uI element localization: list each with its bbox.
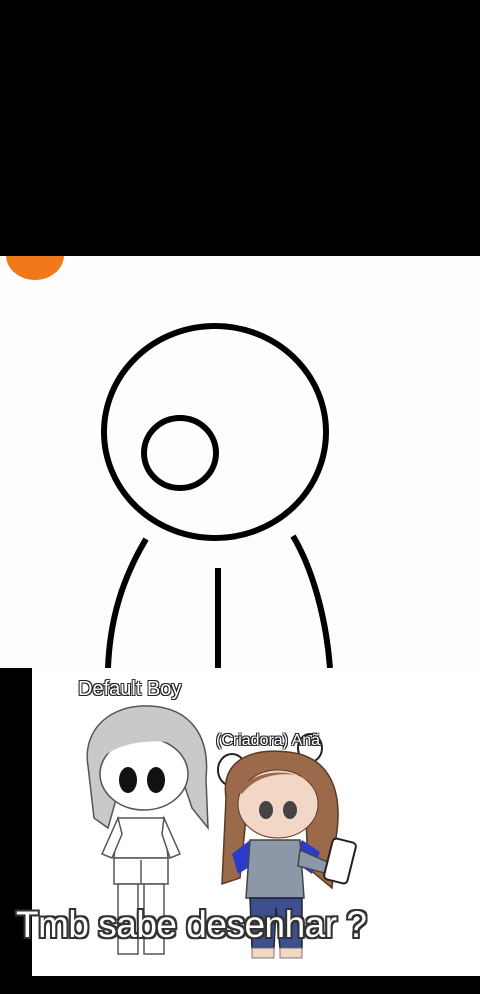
body-left-line: [105, 537, 149, 668]
character-name-default-boy: Default Boy: [78, 678, 182, 700]
drawing-canvas: [0, 256, 480, 668]
character-name-ana: (Criadora) Anã: [216, 732, 321, 749]
stick-figure-drawing: [101, 323, 333, 668]
body-right-line: [290, 534, 333, 668]
head-outline: [101, 323, 329, 541]
eye-outline: [141, 415, 219, 491]
bottom-black-area: [0, 976, 480, 994]
caption-text: Tmb sabe desenhar ?: [16, 904, 367, 945]
top-black-area: [0, 0, 480, 256]
